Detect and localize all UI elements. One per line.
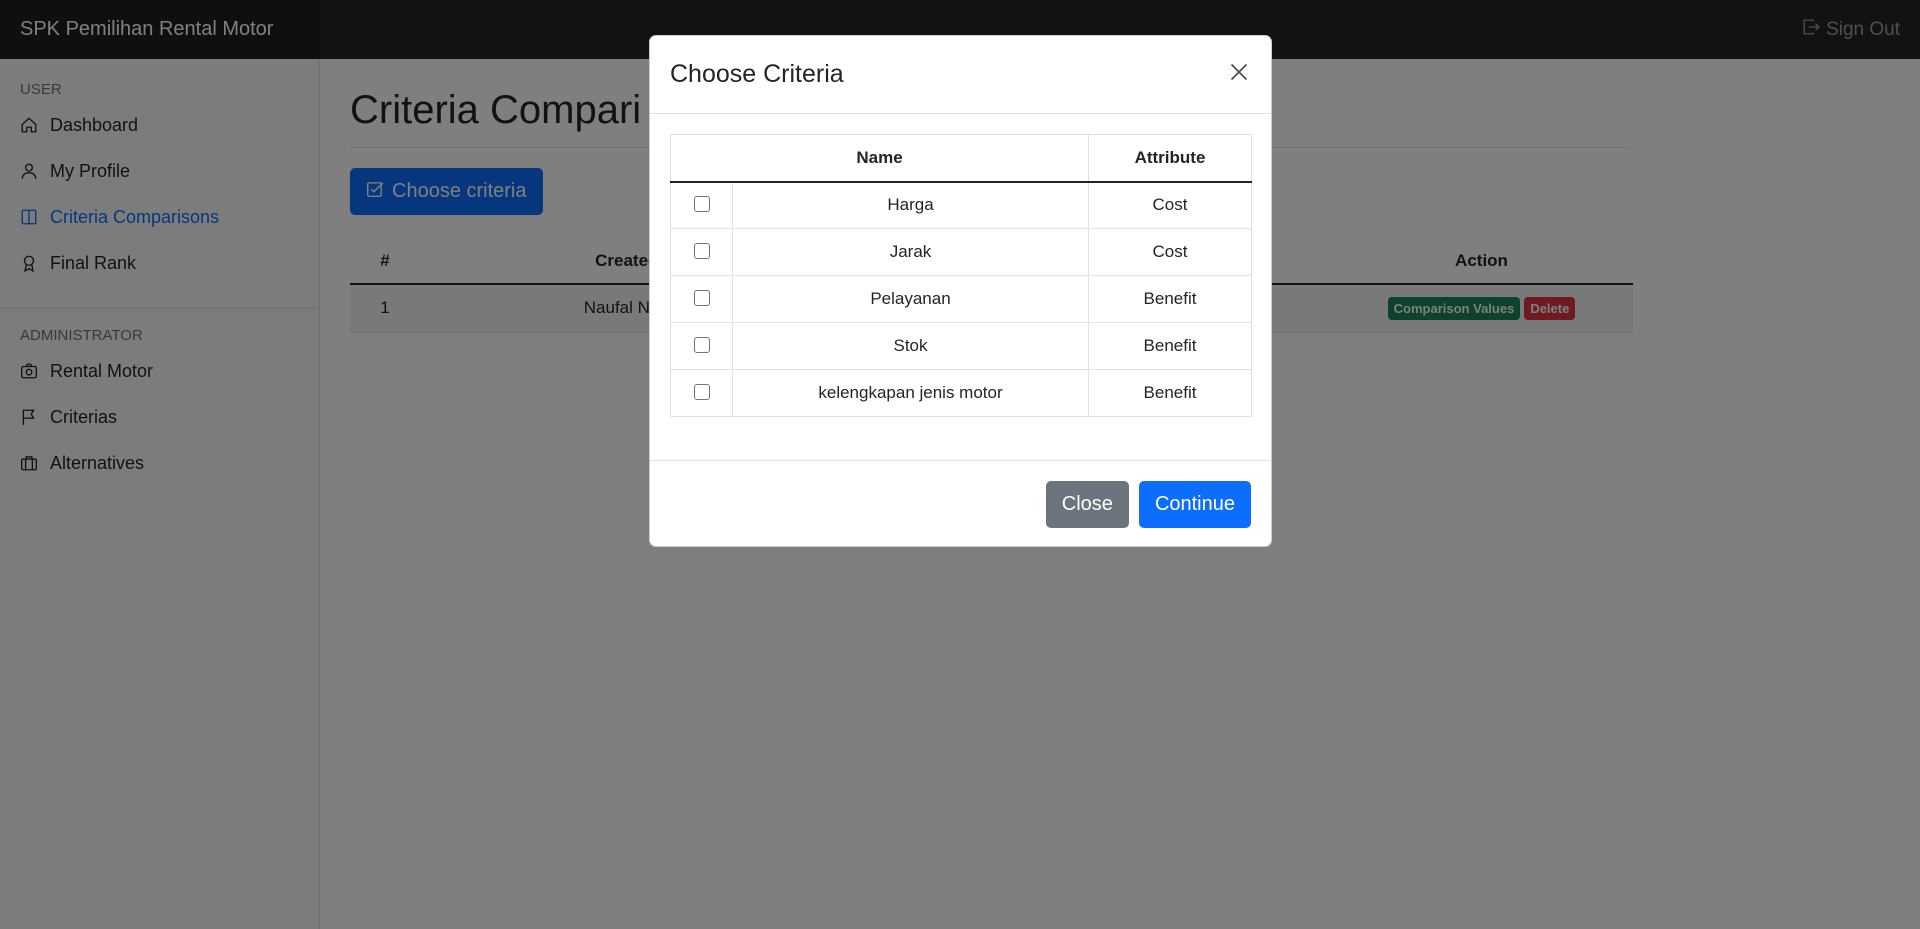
criteria-checkbox-cell (670, 228, 733, 276)
criteria-attribute: Benefit (1088, 322, 1252, 370)
criteria-header-row: Name Attribute (670, 134, 1252, 183)
criteria-row: Jarak Cost (670, 228, 1252, 276)
criteria-row: Pelayanan Benefit (670, 275, 1252, 323)
criteria-name: kelengkapan jenis motor (732, 369, 1089, 417)
criteria-attribute: Benefit (1088, 275, 1252, 323)
modal-close-button[interactable] (1227, 63, 1251, 87)
close-icon (1229, 62, 1249, 87)
criteria-name: Harga (732, 181, 1089, 229)
criteria-attribute: Cost (1088, 228, 1252, 276)
criteria-attribute: Benefit (1088, 369, 1252, 417)
criteria-checkbox[interactable] (693, 383, 710, 400)
criteria-checkbox[interactable] (693, 336, 710, 353)
criteria-attribute: Cost (1088, 181, 1252, 229)
choose-criteria-modal: Choose Criteria Name Attribute Harga Cos… (649, 35, 1272, 547)
modal-header: Choose Criteria (650, 36, 1271, 114)
criteria-checkbox-cell (670, 181, 733, 229)
criteria-checkbox-cell (670, 322, 733, 370)
modal-footer: Close Continue (650, 460, 1271, 548)
modal-body: Name Attribute Harga Cost Jarak Cost Pel… (650, 114, 1271, 460)
criteria-row: Stok Benefit (670, 322, 1252, 370)
criteria-name: Pelayanan (732, 275, 1089, 323)
column-header-attribute: Attribute (1088, 134, 1252, 183)
modal-title: Choose Criteria (670, 60, 844, 88)
criteria-row: kelengkapan jenis motor Benefit (670, 369, 1252, 417)
continue-button[interactable]: Continue (1138, 481, 1251, 528)
criteria-row: Harga Cost (670, 181, 1252, 229)
criteria-checkbox-cell (670, 275, 733, 323)
criteria-checkbox[interactable] (693, 242, 710, 259)
criteria-checkbox-cell (670, 369, 733, 417)
criteria-name: Stok (732, 322, 1089, 370)
criteria-table: Name Attribute Harga Cost Jarak Cost Pel… (670, 134, 1252, 417)
close-button[interactable]: Close (1045, 481, 1129, 528)
criteria-checkbox[interactable] (693, 289, 710, 306)
column-header-name: Name (670, 134, 1089, 183)
criteria-name: Jarak (732, 228, 1089, 276)
criteria-checkbox[interactable] (693, 195, 710, 212)
